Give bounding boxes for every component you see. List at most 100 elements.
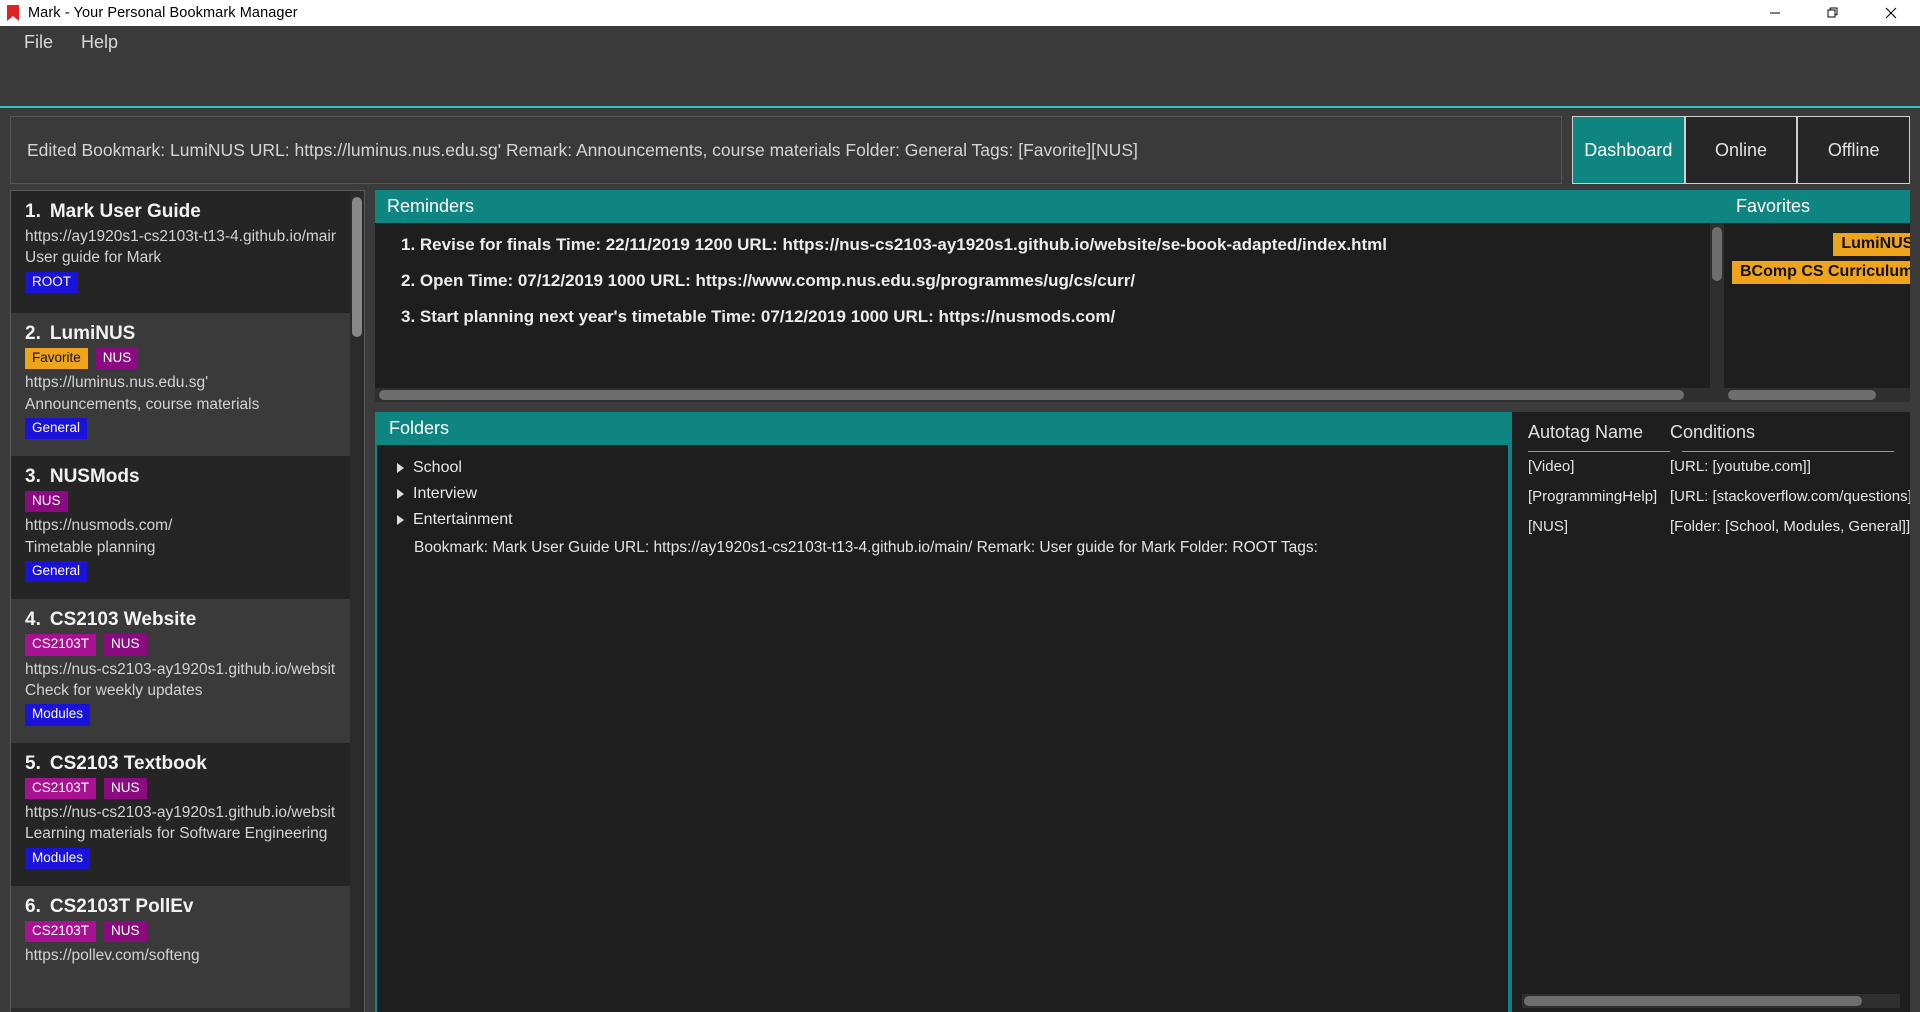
bookmark-url[interactable]: https://nusmods.com/ <box>25 515 336 536</box>
bookmark-remark: Timetable planning <box>25 538 156 556</box>
favorites-panel: Favorites LumiNUS BComp CS Curriculum <box>1724 190 1910 402</box>
bookmark-folder-row: ROOT <box>25 271 336 293</box>
maximize-icon[interactable] <box>1804 0 1862 26</box>
bookmark-folder-row: General <box>25 561 336 583</box>
folders-autotag-row: Folders School Interview Entertainment Boo… <box>375 412 1910 1012</box>
bookmark-remark: Learning materials for Software Engineer… <box>25 825 328 843</box>
folder-badge: Modules <box>25 704 91 726</box>
reminders-favorites-row: Reminders 1. Revise for finals Time: 22/… <box>375 190 1910 402</box>
bookmark-title: 6. CS2103T PollEv <box>25 895 194 917</box>
chevron-right-icon[interactable] <box>397 515 404 525</box>
autotag-row[interactable]: [NUS] [Folder: [School, Modules, General]… <box>1512 512 1910 542</box>
reminders-list[interactable]: 1. Revise for finals Time: 22/11/2019 12… <box>375 223 1710 388</box>
rule-left <box>1528 451 1670 452</box>
bookmark-folder-row: Modules <box>25 847 336 869</box>
bookmark-card[interactable]: 5. CS2103 Textbook CS2103T NUS https://nus-c… <box>11 742 350 886</box>
bookmark-title: 2. LumiNUS <box>25 323 136 344</box>
folder-badge: General <box>25 417 88 440</box>
scrollbar-thumb[interactable] <box>1524 996 1862 1006</box>
autotag-panel: Autotag Name Conditions [Video] [URL: [yo… <box>1510 412 1910 1012</box>
bookmark-remark: Check for weekly updates <box>25 681 203 699</box>
bookmark-card[interactable]: 6. CS2103T PollEv CS2103T NUS https://pollev… <box>11 885 350 1008</box>
favorite-badge[interactable]: BComp CS Curriculum <box>1732 261 1910 284</box>
folder-tree[interactable]: School Interview Entertainment <box>391 455 1508 533</box>
folder-tree-node[interactable]: School <box>391 455 1508 481</box>
bookmark-list-scrollbar[interactable] <box>350 191 364 1012</box>
reminder-item[interactable]: 3. Start planning next year's timetable … <box>401 307 1710 327</box>
bookmark-url[interactable]: https://nus-cs2103-ay1920s1.github.io/we… <box>25 802 336 823</box>
favorites-list[interactable]: LumiNUS BComp CS Curriculum <box>1724 223 1910 388</box>
bookmark-card[interactable]: 3. NUSMods NUS https://nusmods.com/Timetabl… <box>11 456 350 600</box>
bookmark-icon <box>0 0 26 26</box>
bookmark-card[interactable]: 1. Mark User Guide https://ay1920s1-cs2103… <box>11 191 350 313</box>
autotag-rows[interactable]: [Video] [URL: [youtube.com]] [ProgrammingH… <box>1512 452 1910 542</box>
chevron-right-icon[interactable] <box>397 463 404 473</box>
folder-node-label: Interview <box>413 485 478 502</box>
bookmark-index: 4. <box>25 609 41 631</box>
folders-body: School Interview Entertainment Bookmark: M… <box>377 445 1508 1012</box>
favorite-badge[interactable]: LumiNUS <box>1833 233 1910 256</box>
reminders-panel: Reminders 1. Revise for finals Time: 22/… <box>375 190 1724 402</box>
reminders-hscrollbar[interactable] <box>375 388 1724 402</box>
folder-badge: Modules <box>25 847 91 869</box>
bookmark-index: 6. <box>25 895 41 917</box>
rule-right <box>1682 451 1894 452</box>
column-header-conditions: Conditions <box>1670 422 1756 442</box>
scrollbar-thumb[interactable] <box>1712 227 1722 281</box>
folder-tree-node[interactable]: Entertainment <box>391 507 1508 533</box>
menu-item-file[interactable]: File <box>12 29 65 55</box>
tab-dashboard[interactable]: Dashboard <box>1573 117 1686 183</box>
bookmark-remark: User guide for Mark <box>25 249 162 267</box>
column-header-autotag-name: Autotag Name <box>1528 422 1644 442</box>
close-icon[interactable] <box>1862 0 1920 26</box>
tab-online[interactable]: Online <box>1685 117 1799 183</box>
folder-badge: General <box>25 561 88 583</box>
bookmark-folder-row: General <box>25 417 336 440</box>
view-tabs: Dashboard Online Offline <box>1572 116 1910 184</box>
folders-panel: Folders School Interview Entertainment Boo… <box>375 412 1510 1012</box>
autotag-condition-cell: [URL: [stackoverflow.com/questions]] <box>1670 488 1910 505</box>
bookmark-title: 4. CS2103 Website <box>25 609 197 631</box>
bookmark-index: 3. <box>25 466 41 488</box>
bookmark-tag-row: Favorite NUS <box>25 348 336 370</box>
bookmark-list[interactable]: 1. Mark User Guide https://ay1920s1-cs2103… <box>11 191 350 1012</box>
scrollbar-thumb[interactable] <box>379 390 1684 400</box>
bookmark-card[interactable]: 4. CS2103 Website CS2103T NUS https://nus-cs… <box>11 599 350 743</box>
bookmark-url[interactable]: https://luminus.nus.edu.sg' <box>25 372 336 393</box>
tag-badge: NUS <box>95 348 139 370</box>
minimize-icon[interactable] <box>1746 0 1804 26</box>
autotag-hscrollbar[interactable] <box>1522 994 1900 1008</box>
title-bar: Mark - Your Personal Bookmark Manager <box>0 0 1920 26</box>
reminders-scrollbar[interactable] <box>1710 223 1724 388</box>
bookmark-url[interactable]: https://nus-cs2103-ay1920s1.github.io/we… <box>25 659 336 680</box>
window-controls <box>1746 0 1920 26</box>
folder-tree-node[interactable]: Interview <box>391 481 1508 507</box>
bookmark-card[interactable]: 2. LumiNUS Favorite NUS https://luminus.nus.… <box>11 313 350 457</box>
bookmark-index: 5. <box>25 752 41 774</box>
chevron-right-icon[interactable] <box>397 489 404 499</box>
bookmark-url[interactable]: https://ay1920s1-cs2103t-t13-4.github.io… <box>25 226 336 247</box>
folder-badge: ROOT <box>25 271 78 293</box>
bookmark-folder-row: Modules <box>25 704 336 726</box>
reminder-item[interactable]: 1. Revise for finals Time: 22/11/2019 12… <box>401 235 1710 255</box>
autotag-row[interactable]: [ProgrammingHelp] [URL: [stackoverflow.co… <box>1512 482 1910 512</box>
autotag-name-cell: [NUS] <box>1528 518 1569 535</box>
bookmark-url[interactable]: https://pollev.com/softeng <box>25 945 336 966</box>
autotag-row[interactable]: [Video] [URL: [youtube.com]] <box>1512 452 1910 482</box>
scrollbar-thumb[interactable] <box>352 197 362 337</box>
scrollbar-thumb[interactable] <box>1728 390 1876 400</box>
tag-badge: NUS <box>104 920 147 942</box>
command-result-row: Edited Bookmark: LumiNUS URL: https://lu… <box>0 108 1920 190</box>
tag-badge: CS2103T <box>25 777 97 799</box>
right-column: Reminders 1. Revise for finals Time: 22/… <box>375 190 1910 1012</box>
tag-badge: CS2103T <box>25 634 97 656</box>
tab-offline[interactable]: Offline <box>1798 117 1910 183</box>
menu-item-help[interactable]: Help <box>69 29 130 55</box>
favorites-hscrollbar[interactable] <box>1724 388 1910 402</box>
autotag-name-cell: [ProgrammingHelp] <box>1528 488 1658 505</box>
folder-detail-text: Bookmark: Mark User Guide URL: https://a… <box>414 539 1318 556</box>
folder-node-label: Entertainment <box>413 511 513 528</box>
reminder-item[interactable]: 2. Open Time: 07/12/2019 1000 URL: https… <box>401 271 1710 291</box>
bookmark-tag-row: CS2103T NUS <box>25 920 336 942</box>
folder-node-label: School <box>413 459 462 476</box>
